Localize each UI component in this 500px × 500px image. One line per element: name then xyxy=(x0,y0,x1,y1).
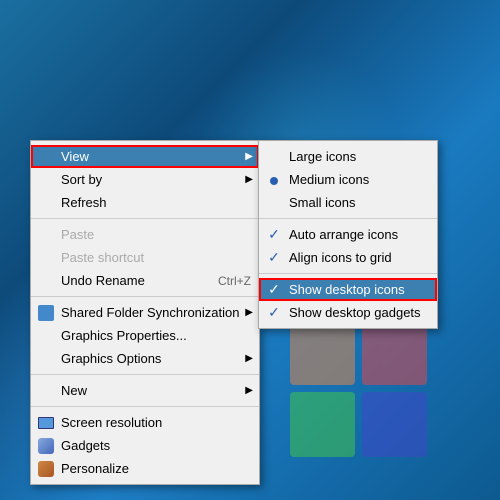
shared-folder-icon xyxy=(37,304,55,322)
submenu-item-show-desktop-icons-label: Show desktop icons xyxy=(289,282,405,297)
menu-item-paste-shortcut[interactable]: Paste shortcut xyxy=(31,246,259,269)
checkmark-icon: ✓ xyxy=(265,226,283,243)
submenu-item-show-desktop-gadgets[interactable]: ✓ Show desktop gadgets xyxy=(259,301,437,324)
menu-item-graphics-properties-label: Graphics Properties... xyxy=(61,328,187,343)
personalize-icon xyxy=(37,460,55,478)
menu-item-screen-resolution-label: Screen resolution xyxy=(61,415,162,430)
submenu-item-large-icons[interactable]: Large icons xyxy=(259,145,437,168)
menu-item-paste-shortcut-label: Paste shortcut xyxy=(61,250,144,265)
submenu-item-small-icons-label: Small icons xyxy=(289,195,355,210)
main-context-menu[interactable]: View ▶ Sort by ▶ Refresh Paste Paste sho… xyxy=(30,140,260,485)
menu-item-sort-by[interactable]: Sort by ▶ xyxy=(31,168,259,191)
checkmark-icon: ✓ xyxy=(265,304,283,321)
menu-item-undo-rename-shortcut: Ctrl+Z xyxy=(198,274,251,288)
menu-item-screen-resolution[interactable]: Screen resolution xyxy=(31,411,259,434)
menu-item-personalize-label: Personalize xyxy=(61,461,129,476)
menu-item-personalize[interactable]: Personalize xyxy=(31,457,259,480)
radio-bullet xyxy=(265,172,283,188)
screen-resolution-icon xyxy=(37,414,55,432)
submenu-item-align-to-grid[interactable]: ✓ Align icons to grid xyxy=(259,246,437,269)
submenu-separator-1 xyxy=(259,218,437,219)
menu-item-graphics-options-label: Graphics Options xyxy=(61,351,161,366)
view-submenu[interactable]: Large icons Medium icons Small icons ✓ A… xyxy=(258,140,438,329)
menu-item-view[interactable]: View ▶ xyxy=(31,145,259,168)
menu-separator-2 xyxy=(31,296,259,297)
submenu-item-show-desktop-gadgets-label: Show desktop gadgets xyxy=(289,305,421,320)
submenu-separator-2 xyxy=(259,273,437,274)
submenu-arrow-icon: ▶ xyxy=(245,385,253,396)
menu-item-refresh-label: Refresh xyxy=(61,195,107,210)
submenu-item-medium-icons-label: Medium icons xyxy=(289,172,369,187)
checkmark-icon: ✓ xyxy=(265,249,283,266)
menu-item-shared-folder-label: Shared Folder Synchronization xyxy=(61,305,240,320)
menu-item-shared-folder[interactable]: Shared Folder Synchronization ▶ xyxy=(31,301,259,324)
menu-item-graphics-options[interactable]: Graphics Options ▶ xyxy=(31,347,259,370)
menu-item-graphics-properties[interactable]: Graphics Properties... xyxy=(31,324,259,347)
submenu-item-auto-arrange[interactable]: ✓ Auto arrange icons xyxy=(259,223,437,246)
menu-item-gadgets-label: Gadgets xyxy=(61,438,110,453)
submenu-arrow-icon: ▶ xyxy=(245,353,253,364)
submenu-item-large-icons-label: Large icons xyxy=(289,149,356,164)
gadgets-icon xyxy=(37,437,55,455)
submenu-item-small-icons[interactable]: Small icons xyxy=(259,191,437,214)
menu-item-view-label: View xyxy=(61,149,89,164)
menu-item-paste-label: Paste xyxy=(61,227,94,242)
submenu-item-show-desktop-icons[interactable]: ✓ Show desktop icons xyxy=(259,278,437,301)
menu-separator-4 xyxy=(31,406,259,407)
menu-item-new[interactable]: New ▶ xyxy=(31,379,259,402)
menu-separator-3 xyxy=(31,374,259,375)
submenu-item-align-to-grid-label: Align icons to grid xyxy=(289,250,392,265)
submenu-arrow-icon: ▶ xyxy=(245,174,253,185)
submenu-item-medium-icons[interactable]: Medium icons xyxy=(259,168,437,191)
menu-item-new-label: New xyxy=(61,383,87,398)
submenu-arrow-icon: ▶ xyxy=(245,151,253,162)
menu-item-paste[interactable]: Paste xyxy=(31,223,259,246)
menu-item-undo-rename[interactable]: Undo Rename Ctrl+Z xyxy=(31,269,259,292)
submenu-item-auto-arrange-label: Auto arrange icons xyxy=(289,227,398,242)
menu-separator-1 xyxy=(31,218,259,219)
menu-item-undo-rename-label: Undo Rename xyxy=(61,273,145,288)
windows-logo xyxy=(290,320,440,470)
menu-item-refresh[interactable]: Refresh xyxy=(31,191,259,214)
checkmark-icon: ✓ xyxy=(265,281,283,298)
submenu-arrow-icon: ▶ xyxy=(245,307,253,318)
menu-item-sort-by-label: Sort by xyxy=(61,172,102,187)
menu-item-gadgets[interactable]: Gadgets xyxy=(31,434,259,457)
